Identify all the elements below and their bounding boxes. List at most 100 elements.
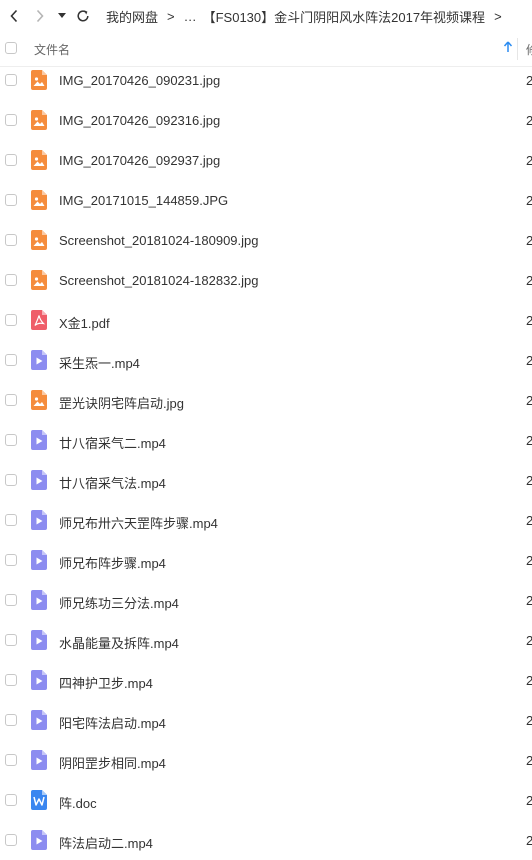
file-row[interactable]: 阳宅阵法启动.mp4 2 — [0, 700, 532, 740]
file-row-checkbox[interactable] — [5, 194, 17, 206]
file-row-checkbox[interactable] — [5, 794, 17, 806]
file-name[interactable]: 采生炁一.mp4 — [59, 353, 140, 372]
file-row-checkbox[interactable] — [5, 514, 17, 526]
video-file-icon — [31, 630, 47, 650]
video-file-icon — [31, 830, 47, 850]
file-row[interactable]: IMG_20170426_090231.jpg 2 — [0, 60, 532, 100]
file-modified-date: 2 — [526, 393, 532, 408]
file-row-checkbox[interactable] — [5, 234, 17, 246]
file-row[interactable]: IMG_20170426_092316.jpg 2 — [0, 100, 532, 140]
caret-down-icon — [58, 13, 66, 18]
column-header-modified[interactable]: 修 — [526, 41, 532, 58]
file-modified-date: 2 — [526, 633, 532, 648]
file-name[interactable]: 水晶能量及拆阵.mp4 — [59, 633, 179, 652]
file-modified-date: 2 — [526, 193, 532, 208]
word-file-icon — [31, 790, 47, 810]
file-row-checkbox[interactable] — [5, 594, 17, 606]
image-file-icon — [31, 70, 47, 90]
file-row[interactable]: 廿八宿采气二.mp4 2 — [0, 420, 532, 460]
video-file-icon — [31, 710, 47, 730]
file-name[interactable]: IMG_20171015_144859.JPG — [59, 193, 228, 208]
file-name[interactable]: Screenshot_20181024-182832.jpg — [59, 273, 259, 288]
file-name[interactable]: IMG_20170426_092937.jpg — [59, 153, 220, 168]
file-modified-date: 2 — [526, 673, 532, 688]
file-name[interactable]: 师兄布卅六天罡阵步骤.mp4 — [59, 513, 218, 532]
file-row[interactable]: 师兄练功三分法.mp4 2 — [0, 580, 532, 620]
breadcrumb-root[interactable]: 我的网盘 — [106, 7, 158, 26]
file-modified-date: 2 — [526, 273, 532, 288]
file-row-checkbox[interactable] — [5, 434, 17, 446]
file-row-checkbox[interactable] — [5, 714, 17, 726]
breadcrumb-separator: > — [494, 8, 502, 24]
file-modified-date: 2 — [526, 233, 532, 248]
file-row[interactable]: 师兄布阵步骤.mp4 2 — [0, 540, 532, 580]
file-name[interactable]: IMG_20170426_092316.jpg — [59, 113, 220, 128]
file-row[interactable]: IMG_20170426_092937.jpg 2 — [0, 140, 532, 180]
back-button[interactable] — [0, 0, 28, 32]
file-modified-date: 2 — [526, 433, 532, 448]
breadcrumb-ellipsis[interactable]: … — [184, 9, 197, 24]
file-row-checkbox[interactable] — [5, 314, 17, 326]
file-name[interactable]: X金1.pdf — [59, 313, 110, 332]
image-file-icon — [31, 390, 47, 410]
breadcrumb-separator: > — [167, 8, 175, 24]
file-name[interactable]: 四神护卫步.mp4 — [59, 673, 153, 692]
file-modified-date: 2 — [526, 513, 532, 528]
history-dropdown-button[interactable] — [52, 0, 72, 32]
file-row[interactable]: X金1.pdf 2 — [0, 300, 532, 340]
file-name[interactable]: 罡光诀阴宅阵启动.jpg — [59, 393, 184, 412]
file-name[interactable]: 师兄布阵步骤.mp4 — [59, 553, 166, 572]
file-name[interactable]: IMG_20170426_090231.jpg — [59, 73, 220, 88]
file-row[interactable]: 罡光诀阴宅阵启动.jpg 2 — [0, 380, 532, 420]
refresh-icon — [77, 10, 89, 22]
file-row-checkbox[interactable] — [5, 754, 17, 766]
file-modified-date: 2 — [526, 153, 532, 168]
file-row-checkbox[interactable] — [5, 274, 17, 286]
select-all-checkbox[interactable] — [5, 42, 17, 54]
file-name[interactable]: Screenshot_20181024-180909.jpg — [59, 233, 259, 248]
file-name[interactable]: 廿八宿采气法.mp4 — [59, 473, 166, 492]
video-file-icon — [31, 510, 47, 530]
arrow-up-icon — [503, 41, 513, 52]
column-header-filename[interactable]: 文件名 — [34, 41, 70, 58]
file-row-checkbox[interactable] — [5, 554, 17, 566]
file-row-checkbox[interactable] — [5, 394, 17, 406]
file-row[interactable]: 阴阳罡步相同.mp4 2 — [0, 740, 532, 780]
file-modified-date: 2 — [526, 753, 532, 768]
file-row-checkbox[interactable] — [5, 74, 17, 86]
file-row-checkbox[interactable] — [5, 354, 17, 366]
file-row[interactable]: IMG_20171015_144859.JPG 2 — [0, 180, 532, 220]
file-row[interactable]: 廿八宿采气法.mp4 2 — [0, 460, 532, 500]
chevron-right-icon — [36, 9, 44, 23]
sort-ascending-button[interactable] — [503, 41, 513, 56]
file-name[interactable]: 师兄练功三分法.mp4 — [59, 593, 179, 612]
file-row[interactable]: 阵.doc 2 — [0, 780, 532, 820]
file-row-checkbox[interactable] — [5, 474, 17, 486]
video-file-icon — [31, 550, 47, 570]
refresh-button[interactable] — [72, 0, 94, 32]
video-file-icon — [31, 470, 47, 490]
file-name[interactable]: 阴阳罡步相同.mp4 — [59, 753, 166, 772]
file-row[interactable]: Screenshot_20181024-180909.jpg 2 — [0, 220, 532, 260]
video-file-icon — [31, 430, 47, 450]
file-row[interactable]: 采生炁一.mp4 2 — [0, 340, 532, 380]
file-name[interactable]: 阵法启动二.mp4 — [59, 833, 153, 852]
file-row[interactable]: 水晶能量及拆阵.mp4 2 — [0, 620, 532, 660]
file-name[interactable]: 阵.doc — [59, 793, 97, 812]
file-row-checkbox[interactable] — [5, 634, 17, 646]
file-name[interactable]: 廿八宿采气二.mp4 — [59, 433, 166, 452]
image-file-icon — [31, 230, 47, 250]
breadcrumb-current-folder[interactable]: 【FS0130】金斗门阴阳风水阵法2017年视频课程 — [203, 7, 485, 26]
file-row[interactable]: Screenshot_20181024-182832.jpg 2 — [0, 260, 532, 300]
file-name[interactable]: 阳宅阵法启动.mp4 — [59, 713, 166, 732]
forward-button[interactable] — [28, 0, 52, 32]
file-row-checkbox[interactable] — [5, 114, 17, 126]
file-row[interactable]: 阵法启动二.mp4 2 — [0, 820, 532, 860]
file-row-checkbox[interactable] — [5, 674, 17, 686]
file-row-checkbox[interactable] — [5, 834, 17, 846]
video-file-icon — [31, 750, 47, 770]
column-resize-handle[interactable] — [517, 38, 518, 60]
file-row[interactable]: 师兄布卅六天罡阵步骤.mp4 2 — [0, 500, 532, 540]
file-row[interactable]: 四神护卫步.mp4 2 — [0, 660, 532, 700]
file-row-checkbox[interactable] — [5, 154, 17, 166]
